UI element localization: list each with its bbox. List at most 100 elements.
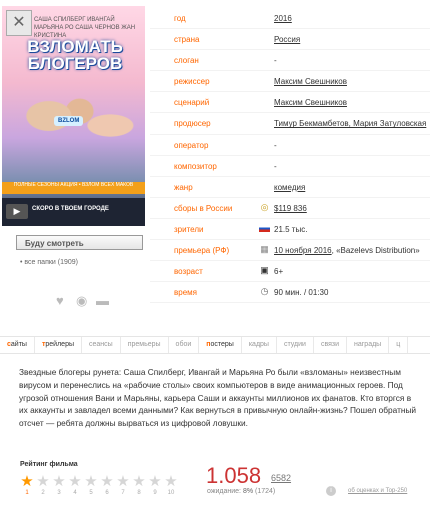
- info-label: сценарий: [174, 98, 210, 108]
- tab-item[interactable]: трейлеры: [35, 337, 82, 353]
- info-icon[interactable]: i: [326, 486, 336, 496]
- info-label: режиссер: [174, 77, 210, 87]
- info-value-link[interactable]: комедия: [274, 183, 305, 192]
- star-icon: ★: [132, 473, 146, 490]
- info-row: жанр комедия: [150, 177, 430, 198]
- info-label: время: [174, 288, 197, 298]
- top250-link[interactable]: об оценках и Top-250: [348, 488, 407, 494]
- info-label: композитор: [174, 161, 217, 171]
- rating-star[interactable]: ★ 8: [131, 474, 147, 497]
- info-row: возраст ▣ 6+: [150, 261, 430, 283]
- info-row: сборы в России ◎ $119 836: [150, 198, 430, 219]
- tab-item[interactable]: сайты: [0, 337, 35, 353]
- rating-star[interactable]: ★ 2: [35, 474, 51, 497]
- want-to-watch-button[interactable]: Буду смотреть: [16, 235, 143, 250]
- info-label: год: [174, 14, 186, 23]
- folders-link[interactable]: • все папки (1909): [20, 259, 78, 266]
- info-value: Россия: [274, 35, 300, 44]
- rating-star[interactable]: ★ 10: [163, 474, 179, 497]
- info-value: Максим Свешников: [274, 77, 347, 86]
- await-percent[interactable]: 8%: [243, 488, 253, 495]
- info-value: 2016: [274, 14, 292, 23]
- tab-item[interactable]: ц: [389, 337, 409, 353]
- rating-star[interactable]: ★ 7: [115, 474, 131, 497]
- info-row: сценарий Максим Свешников: [150, 92, 430, 114]
- star-number: 5: [89, 490, 93, 496]
- play-icon[interactable]: ▶: [6, 204, 28, 219]
- poster-title: ВЗЛОМАТЬ БЛОГЕРОВ: [27, 37, 123, 73]
- rating-star[interactable]: ★ 1: [19, 474, 35, 497]
- info-row: время ◷ 90 мин. / 01:30: [150, 282, 430, 304]
- rating-value: 1.058: [206, 463, 262, 488]
- info-value: 10 ноября 2016, «Bazelevs Distribution»: [274, 246, 420, 255]
- star-number: 10: [167, 490, 175, 496]
- star-icon: ★: [164, 473, 178, 490]
- star-icon: ★: [100, 473, 114, 490]
- info-value: $119 836: [274, 204, 307, 213]
- star-number: 8: [137, 490, 141, 496]
- rating-info-buttons: i: [326, 486, 336, 496]
- info-value: комедия: [274, 183, 305, 192]
- star-icon: ★: [52, 473, 66, 490]
- star-icon: ★: [20, 473, 34, 490]
- info-value-link[interactable]: Тимур Бекмамбетов, Мария Затуловская: [274, 119, 426, 128]
- info-value-link[interactable]: Максим Свешников: [274, 77, 347, 86]
- info-value: Тимур Бекмамбетов, Мария Затуловская: [274, 119, 426, 128]
- info-label: продюсер: [174, 119, 211, 129]
- info-value-link[interactable]: Максим Свешников: [274, 98, 347, 107]
- rating-star[interactable]: ★ 5: [83, 474, 99, 497]
- info-label: возраст: [174, 267, 203, 277]
- age-icon: ▣: [260, 265, 269, 276]
- poster-sign: BZLOM: [54, 116, 84, 126]
- await-rating: ожидание: 8% (1724): [207, 488, 276, 495]
- info-row: зрители 21.5 тыс.: [150, 219, 430, 241]
- info-value: -: [274, 161, 277, 171]
- rating-stars[interactable]: ★ 1 ★ 2 ★ 3 ★ 4 ★ 5 ★ 6 ★ 7 ★ 8 ★ 9 ★ 10: [19, 474, 179, 497]
- info-value: -: [274, 140, 277, 150]
- info-value-link[interactable]: 2016: [274, 14, 292, 23]
- star-icon: ★: [68, 473, 82, 490]
- info-label: слоган: [174, 56, 199, 66]
- rating-votes[interactable]: 6582: [271, 473, 291, 483]
- rating-star[interactable]: ★ 4: [67, 474, 83, 497]
- star-icon: ★: [116, 473, 130, 490]
- star-icon: ★: [36, 473, 50, 490]
- info-row: оператор -: [150, 135, 430, 156]
- poster-release-text: СКОРО В ТВОЕМ ГОРОДЕ: [32, 206, 109, 212]
- info-value-link[interactable]: Россия: [274, 35, 300, 44]
- info-value: -: [274, 56, 277, 66]
- eye-icon[interactable]: ◉: [76, 294, 90, 307]
- film-description: Звездные блогеры рунета: Саша Спилберг, …: [19, 367, 417, 429]
- star-icon: ★: [148, 473, 162, 490]
- calendar-icon: ▦: [260, 244, 269, 255]
- comment-icon[interactable]: ▬: [96, 294, 110, 307]
- info-label: зрители: [174, 224, 204, 234]
- tab-item[interactable]: постеры: [199, 337, 242, 353]
- tab-item[interactable]: награды: [347, 337, 390, 353]
- info-value: Максим Свешников: [274, 98, 347, 107]
- tab-item[interactable]: обои: [169, 337, 200, 353]
- tab-item[interactable]: сеансы: [82, 337, 121, 353]
- tab-item[interactable]: студии: [277, 337, 314, 353]
- info-value-link[interactable]: $119 836: [274, 204, 307, 213]
- info-label: премьера (РФ): [174, 246, 230, 256]
- info-row: страна Россия: [150, 29, 430, 51]
- rating-star[interactable]: ★ 9: [147, 474, 163, 497]
- star-number: 9: [153, 490, 157, 496]
- info-value-extra[interactable]: , «Bazelevs Distribution»: [332, 246, 420, 255]
- clock-icon: ◷: [260, 286, 269, 297]
- rating-star[interactable]: ★ 3: [51, 474, 67, 497]
- tab-item[interactable]: кадры: [242, 337, 277, 353]
- info-value-link[interactable]: 10 ноября 2016: [274, 246, 332, 255]
- tab-item[interactable]: связи: [314, 337, 347, 353]
- rating-star[interactable]: ★ 6: [99, 474, 115, 497]
- star-number: 4: [73, 490, 77, 496]
- info-row: композитор -: [150, 156, 430, 177]
- star-number: 2: [41, 490, 45, 496]
- heart-icon[interactable]: ♥: [56, 294, 70, 307]
- info-row: продюсер Тимур Бекмамбетов, Мария Затулов…: [150, 113, 430, 135]
- info-row: год 2016: [150, 8, 430, 30]
- info-label: оператор: [174, 140, 209, 150]
- tab-item[interactable]: премьеры: [121, 337, 169, 353]
- movie-poster[interactable]: ✕ САША СПИЛБЕРГ ИВАНГАЙ МАРЬЯНА РО САША …: [2, 6, 145, 226]
